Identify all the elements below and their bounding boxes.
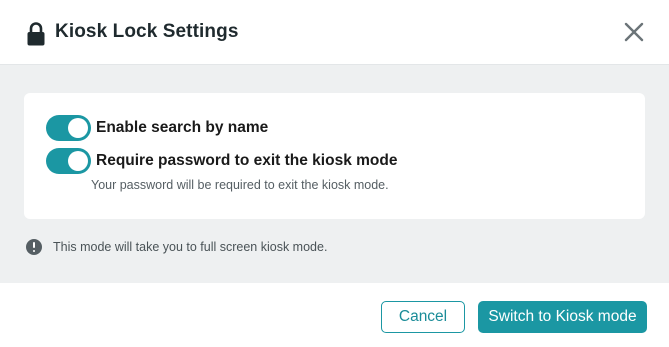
toggle-knob [68, 118, 88, 138]
toggle-knob [68, 151, 88, 171]
dialog-header: Kiosk Lock Settings [0, 0, 669, 65]
search-by-name-toggle[interactable] [46, 115, 91, 141]
info-notice: This mode will take you to full screen k… [26, 239, 327, 255]
dialog-footer: Cancel Switch to Kiosk mode [0, 283, 669, 347]
kiosk-lock-dialog: Kiosk Lock Settings Enable search by nam… [0, 0, 669, 347]
setting-search-by-name: Enable search by name [46, 115, 268, 141]
setting-require-password: Require password to exit the kiosk mode [46, 148, 397, 174]
dialog-title: Kiosk Lock Settings [55, 21, 239, 42]
info-icon [26, 239, 42, 255]
switch-to-kiosk-button[interactable]: Switch to Kiosk mode [478, 301, 647, 333]
require-password-description: Your password will be required to exit t… [91, 178, 389, 192]
cancel-button[interactable]: Cancel [381, 301, 465, 333]
info-text: This mode will take you to full screen k… [53, 240, 328, 254]
require-password-label: Require password to exit the kiosk mode [96, 152, 398, 169]
lock-icon [27, 22, 45, 46]
dialog-body: Enable search by name Require password t… [0, 65, 669, 283]
close-icon[interactable] [623, 21, 645, 43]
search-by-name-label: Enable search by name [96, 119, 269, 136]
require-password-toggle[interactable] [46, 148, 91, 174]
settings-card: Enable search by name Require password t… [24, 93, 645, 219]
